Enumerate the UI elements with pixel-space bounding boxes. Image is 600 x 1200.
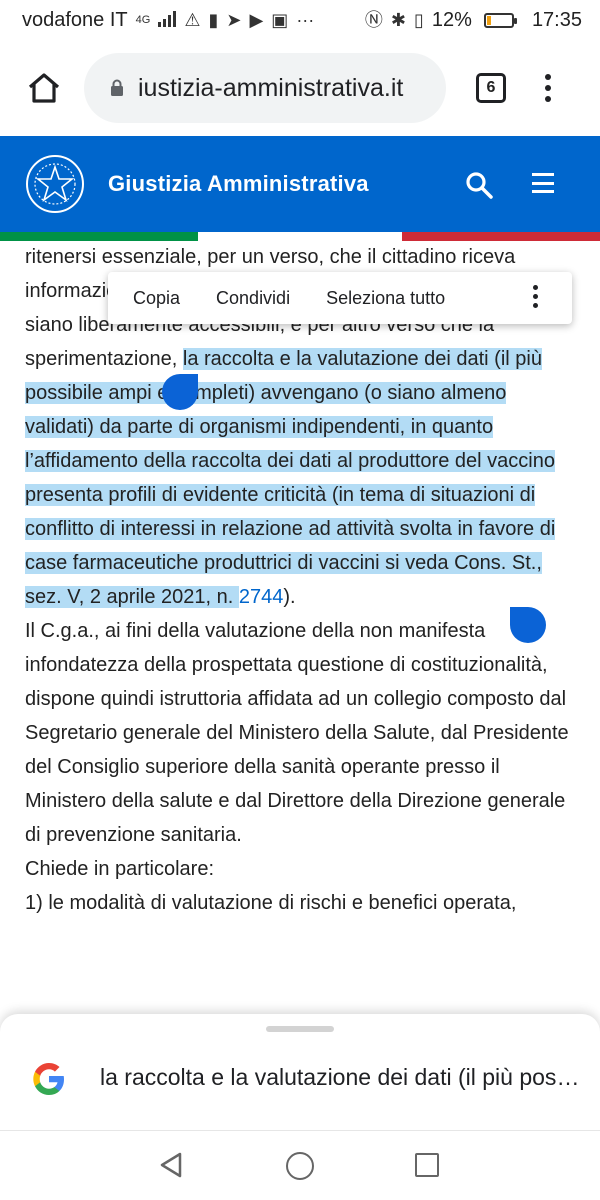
paragraph-end: ). [283, 586, 296, 608]
signal-bars-icon [158, 10, 177, 30]
case-link[interactable]: 2744 [239, 586, 284, 608]
youtube-icon: ▶ [249, 10, 264, 30]
signal-icon: 4G [135, 13, 151, 26]
telegram-icon: ➤ [226, 10, 242, 30]
warning-icon: ⚠ [184, 10, 201, 30]
network-type: 4G [135, 13, 151, 26]
site-header: Giustizia Amministrativa [0, 136, 600, 232]
tab-switcher-button[interactable]: 6 [476, 73, 506, 103]
address-bar[interactable]: iustizia-amministrativa.it [84, 53, 446, 123]
more-icon: ··· [296, 10, 315, 30]
lock-icon [111, 79, 123, 96]
status-bar: vodafone IT 4G ⚠ ▮ ➤ ▶ ▣ ··· Ⓝ ✱ ▯ 12% 1… [0, 0, 600, 40]
home-icon [28, 73, 60, 103]
article-paragraph: 1) le modalità di valutazione di rischi … [25, 892, 517, 914]
selected-text[interactable]: la raccolta e la valutazione dei dati (i… [25, 348, 556, 608]
status-right: Ⓝ ✱ ▯ 12% 17:35 [365, 9, 582, 32]
select-all-button[interactable]: Seleziona tutto [326, 288, 445, 309]
browser-toolbar: iustizia-amministrativa.it 6 [0, 40, 600, 136]
tab-count: 6 [486, 79, 496, 96]
app-icon: ▣ [271, 10, 289, 30]
article-paragraph: Chiede in particolare: [25, 858, 214, 880]
home-button[interactable] [22, 66, 66, 110]
share-button[interactable]: Condividi [216, 288, 290, 309]
battery-percent: 12% [431, 8, 472, 31]
carrier-label: vodafone IT [22, 8, 128, 31]
home-nav-icon[interactable] [286, 1152, 314, 1180]
hamburger-menu-icon[interactable] [532, 173, 554, 193]
battery-icon [483, 12, 517, 28]
clock: 17:35 [531, 8, 582, 31]
drag-handle[interactable] [266, 1026, 334, 1032]
more-options-icon[interactable] [533, 285, 538, 308]
site-title[interactable]: Giustizia Amministrativa [108, 171, 369, 197]
selection-end-handle[interactable] [510, 607, 546, 643]
url-text: iustizia-amministrativa.it [138, 73, 404, 102]
vibrate-icon: ▯ [414, 10, 424, 30]
search-query-text[interactable]: la raccolta e la valutazione dei dati (i… [100, 1064, 580, 1091]
status-left: vodafone IT 4G ⚠ ▮ ➤ ▶ ▣ ··· [22, 9, 314, 32]
article-content: ritenersi essenziale, per un verso, che … [25, 240, 575, 920]
article-paragraph: Il C.g.a., ai fini della valutazione del… [25, 620, 569, 846]
selection-start-handle[interactable] [162, 374, 198, 410]
recent-apps-icon[interactable] [415, 1153, 439, 1177]
browser-menu-button[interactable] [542, 74, 554, 102]
system-nav-bar [0, 1130, 600, 1200]
contextual-search-sheet[interactable]: la raccolta e la valutazione dei dati (i… [0, 1014, 600, 1130]
search-icon[interactable] [464, 170, 494, 200]
battery-alert-icon: ▮ [208, 10, 219, 30]
bluetooth-icon: ✱ [390, 10, 406, 30]
nfc-icon: Ⓝ [364, 10, 383, 30]
copy-button[interactable]: Copia [133, 288, 180, 309]
back-icon[interactable] [158, 1151, 184, 1179]
google-logo-icon [33, 1063, 64, 1095]
text-selection-toolbar: Copia Condividi Seleziona tutto [108, 272, 572, 324]
emblem-icon[interactable] [24, 153, 86, 215]
